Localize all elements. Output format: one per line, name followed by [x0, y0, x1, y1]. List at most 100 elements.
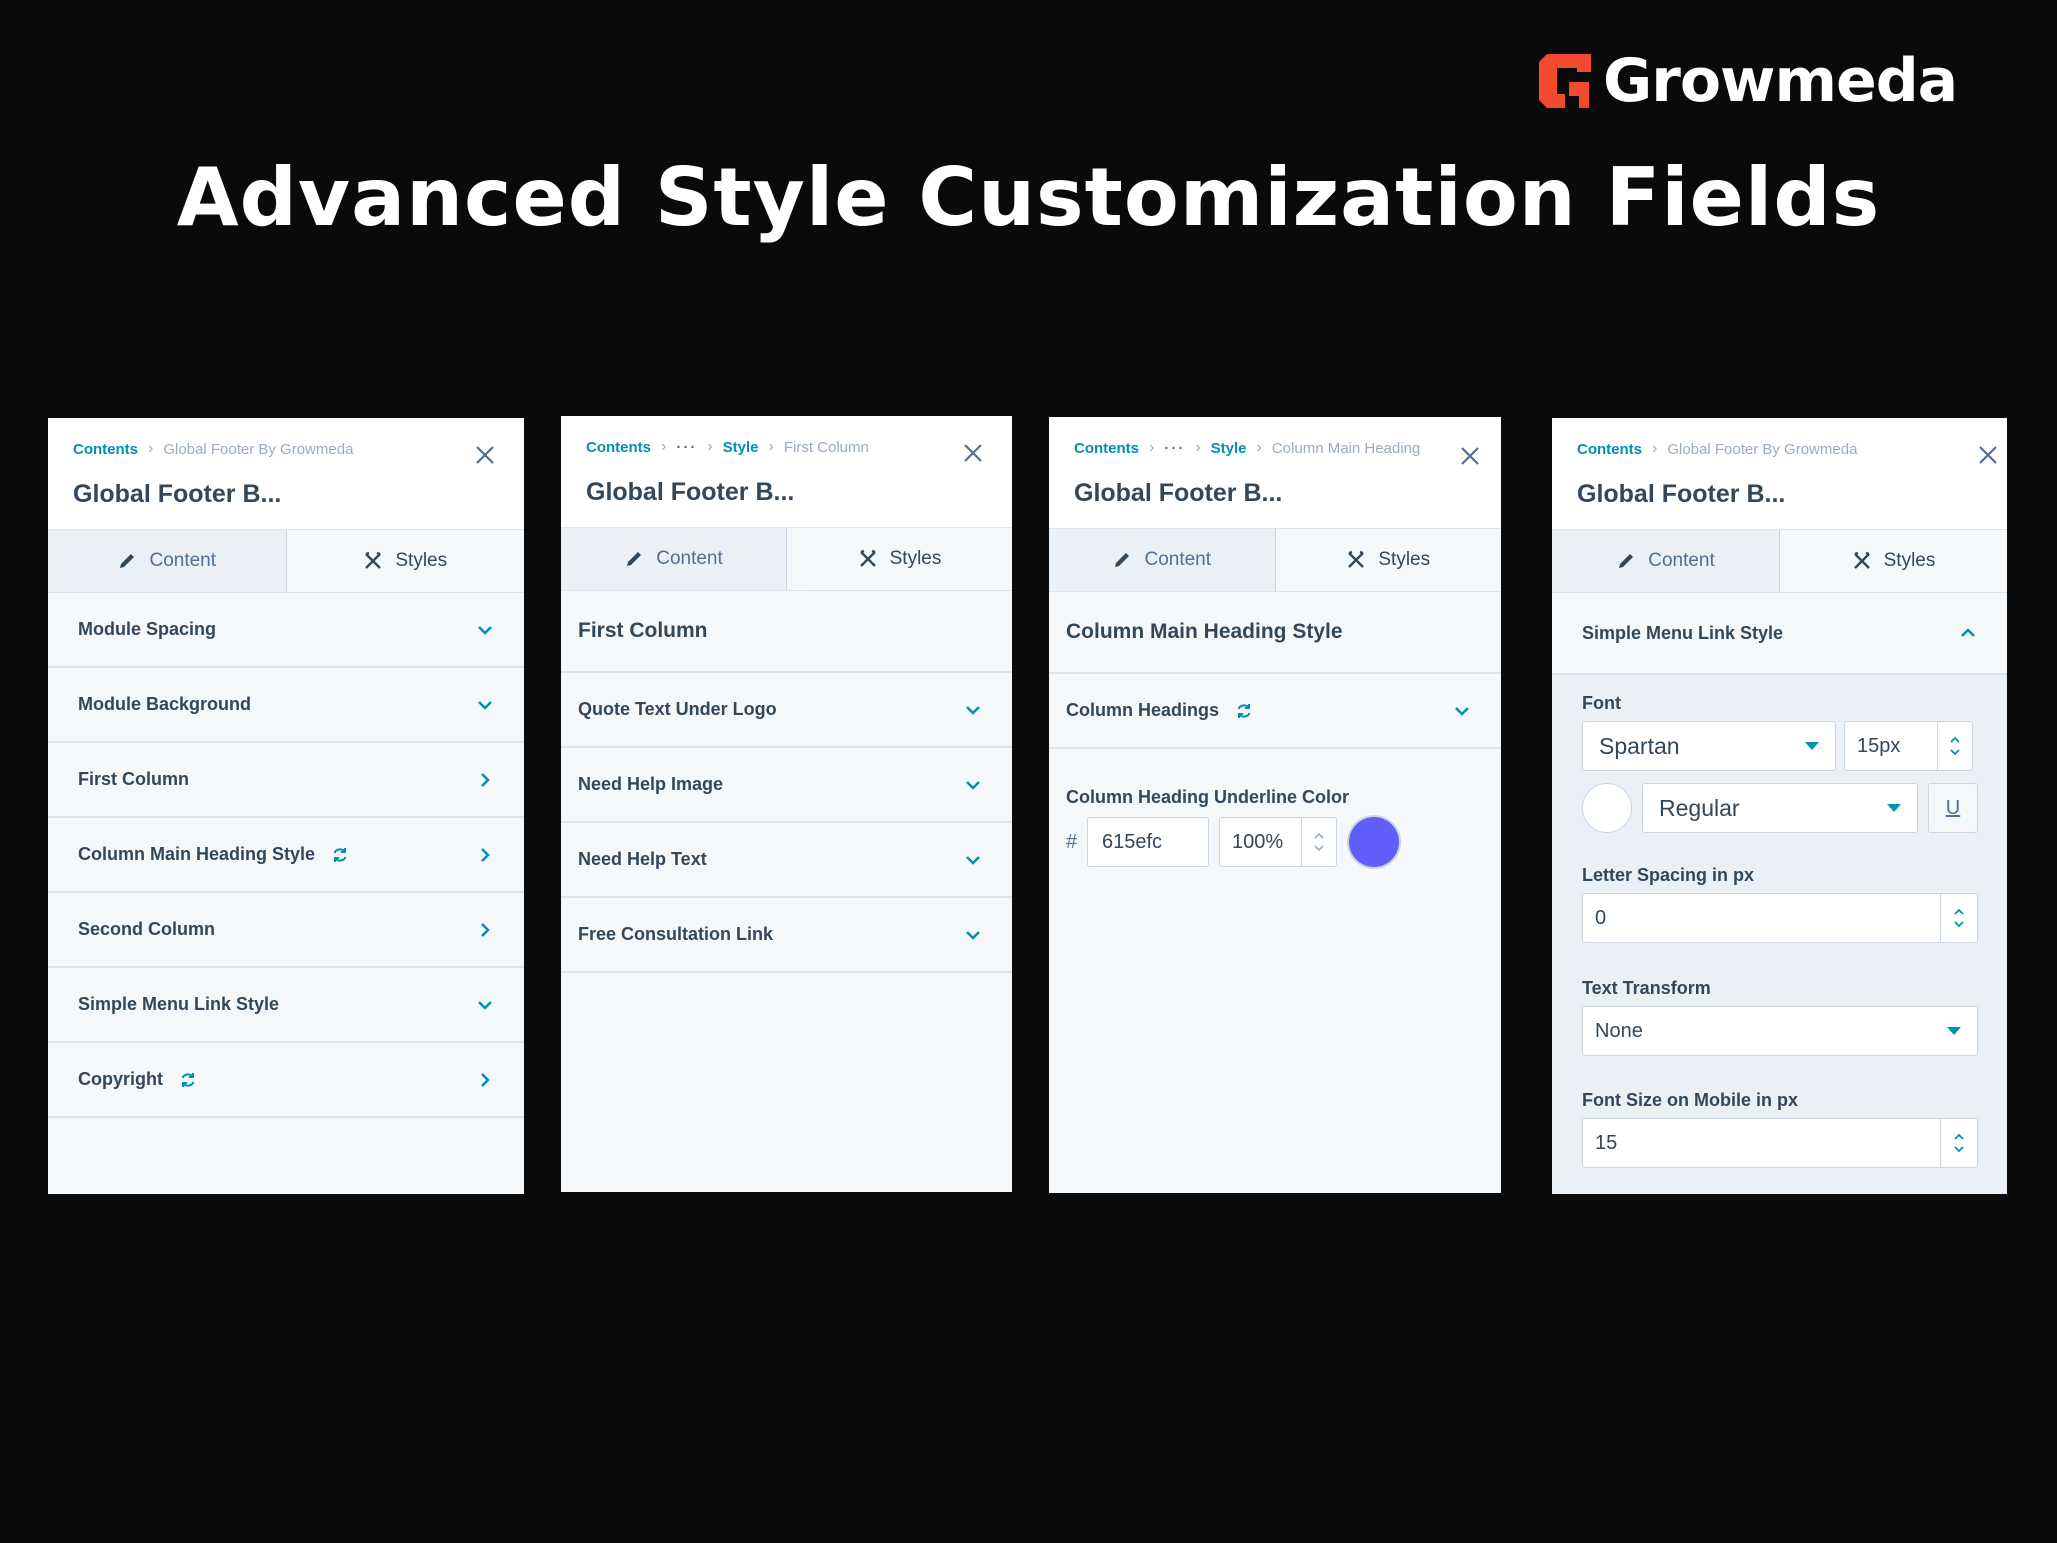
underline-toggle[interactable]: U — [1928, 783, 1978, 833]
chevron-right-icon — [481, 772, 490, 787]
chevron-down-icon[interactable] — [1952, 1143, 1966, 1155]
close-icon[interactable] — [962, 442, 984, 464]
chevron-down-icon[interactable] — [1948, 746, 1962, 758]
color-field: Column Heading Underline Color # 615efc … — [1049, 749, 1501, 949]
panel-header: Contents › ··· › Style › Column Main Hea… — [1049, 417, 1501, 529]
list-item-label: First Column — [78, 769, 189, 789]
pencil-icon — [1115, 553, 1130, 567]
list-item-first-column[interactable]: First Column — [48, 743, 524, 818]
list-item-quote-text-under-logo[interactable]: Quote Text Under Logo — [561, 673, 1012, 748]
font-size-stepper[interactable]: 15px — [1844, 721, 1973, 771]
list-item-label: Copyright — [78, 1069, 197, 1090]
breadcrumb-separator-icon: › — [707, 438, 713, 455]
mobile-font-size-input[interactable]: 15 — [1582, 1118, 1978, 1168]
letter-spacing-input[interactable]: 0 — [1582, 893, 1978, 943]
text-transform-select[interactable]: None — [1582, 1006, 1978, 1056]
panel-title: Global Footer B... — [73, 480, 282, 508]
chevron-up-icon[interactable] — [1952, 906, 1966, 918]
font-weight-value: Regular — [1659, 794, 1740, 821]
tab-styles[interactable]: Styles — [1780, 530, 2007, 592]
close-icon[interactable] — [1977, 444, 1999, 466]
font-color-swatch[interactable] — [1582, 783, 1632, 833]
list-item-column-headings[interactable]: Column Headings — [1049, 674, 1501, 749]
chevron-down-icon — [1455, 706, 1469, 716]
opacity-stepper[interactable]: 100% — [1219, 817, 1337, 867]
panel-title: Global Footer B... — [1577, 480, 1786, 508]
breadcrumb-separator-icon: › — [661, 438, 667, 455]
list-item-label: Column Headings — [1066, 700, 1253, 721]
breadcrumb: Contents › Global Footer By Growmeda — [1577, 440, 1857, 458]
sync-icon — [181, 1072, 195, 1087]
font-weight-select[interactable]: Regular — [1642, 783, 1918, 833]
letter-spacing-label: Letter Spacing in px — [1582, 865, 1755, 885]
chevron-down-icon[interactable] — [1952, 918, 1966, 930]
list-item-module-background[interactable]: Module Background — [48, 668, 524, 743]
chevron-down-icon — [478, 1000, 492, 1010]
color-swatch[interactable] — [1349, 817, 1399, 867]
breadcrumb-separator-icon: › — [768, 438, 774, 455]
tab-content[interactable]: Content — [561, 528, 787, 590]
tab-styles[interactable]: Styles — [1275, 529, 1501, 591]
list-item-module-spacing[interactable]: Module Spacing — [48, 593, 524, 668]
panel-header: Contents › Global Footer By Growmeda Glo… — [1552, 418, 2007, 530]
breadcrumb-style-link[interactable]: Style — [723, 439, 759, 456]
breadcrumb-more-icon[interactable]: ··· — [1164, 440, 1185, 457]
close-icon[interactable] — [474, 444, 496, 466]
field-label: Column Heading Underline Color — [1066, 787, 1350, 807]
dropdown-caret-icon — [1887, 804, 1901, 812]
chevron-up-icon — [1961, 628, 1975, 637]
list-item-need-help-image[interactable]: Need Help Image — [561, 748, 1012, 823]
stepper-buttons — [1940, 1119, 1977, 1167]
hash-prefix: # — [1066, 831, 1078, 853]
panel-header: Contents › ··· › Style › First Column Gl… — [561, 416, 1012, 528]
tab-content-label: Content — [656, 548, 723, 569]
breadcrumb-contents-link[interactable]: Contents — [73, 441, 138, 458]
breadcrumb: Contents › Global Footer By Growmeda — [73, 440, 353, 458]
tab-styles[interactable]: Styles — [787, 528, 1012, 590]
panel-tabs: Content Styles — [1552, 530, 2007, 593]
list-item-simple-menu-link-style[interactable]: Simple Menu Link Style — [48, 968, 524, 1043]
chevron-down-icon — [966, 705, 980, 715]
breadcrumb-style-link[interactable]: Style — [1211, 440, 1247, 457]
chevron-up-icon[interactable] — [1952, 1131, 1966, 1143]
tab-styles-label: Styles — [1378, 549, 1431, 570]
tab-content[interactable]: Content — [1552, 530, 1780, 592]
chevron-down-icon — [966, 930, 980, 940]
opacity-value: 100% — [1232, 830, 1284, 853]
breadcrumb-contents-link[interactable]: Contents — [586, 439, 651, 456]
chevron-right-icon — [481, 847, 490, 862]
list-item-column-main-heading-style[interactable]: Column Main Heading Style — [48, 818, 524, 893]
list-item-label: Module Background — [78, 694, 252, 714]
list-item-free-consultation-link[interactable]: Free Consultation Link — [561, 898, 1012, 973]
breadcrumb-contents-link[interactable]: Contents — [1577, 441, 1642, 458]
list-item-need-help-text[interactable]: Need Help Text — [561, 823, 1012, 898]
brand-logo: Growmeda — [1535, 50, 1958, 112]
letter-spacing-value: 0 — [1595, 906, 1607, 929]
breadcrumb-more-icon[interactable]: ··· — [676, 439, 697, 456]
close-icon[interactable] — [1459, 445, 1481, 467]
brush-icon — [859, 549, 876, 567]
stepper-buttons — [1937, 722, 1972, 770]
section-header-simple-menu-link-style[interactable]: Simple Menu Link Style — [1552, 593, 2007, 675]
chevron-up-icon[interactable] — [1312, 830, 1326, 842]
color-hex-input[interactable]: 615efc — [1087, 817, 1209, 867]
breadcrumb-current: Global Footer By Growmeda — [163, 440, 354, 458]
style-group-list: Module Spacing Module Background First C… — [48, 593, 524, 1118]
chevron-down-icon[interactable] — [1312, 842, 1326, 854]
tab-content[interactable]: Content — [48, 530, 287, 592]
brush-icon — [1853, 551, 1870, 569]
breadcrumb-contents-link[interactable]: Contents — [1074, 440, 1139, 457]
chevron-up-icon[interactable] — [1948, 734, 1962, 746]
list-item-second-column[interactable]: Second Column — [48, 893, 524, 968]
tab-styles[interactable]: Styles — [286, 530, 524, 592]
tab-styles-label: Styles — [395, 550, 448, 571]
page-headline: Advanced Style Customization Fields — [176, 151, 1881, 244]
pencil-icon — [627, 552, 642, 566]
tab-content[interactable]: Content — [1049, 529, 1276, 591]
font-family-select[interactable]: Spartan — [1582, 721, 1836, 771]
text-transform-label: Text Transform — [1582, 978, 1711, 998]
list-item-copyright[interactable]: Copyright — [48, 1043, 524, 1118]
list-item-label: Need Help Text — [578, 849, 707, 869]
sync-icon — [333, 847, 347, 862]
breadcrumb-current: First Column — [783, 438, 869, 456]
